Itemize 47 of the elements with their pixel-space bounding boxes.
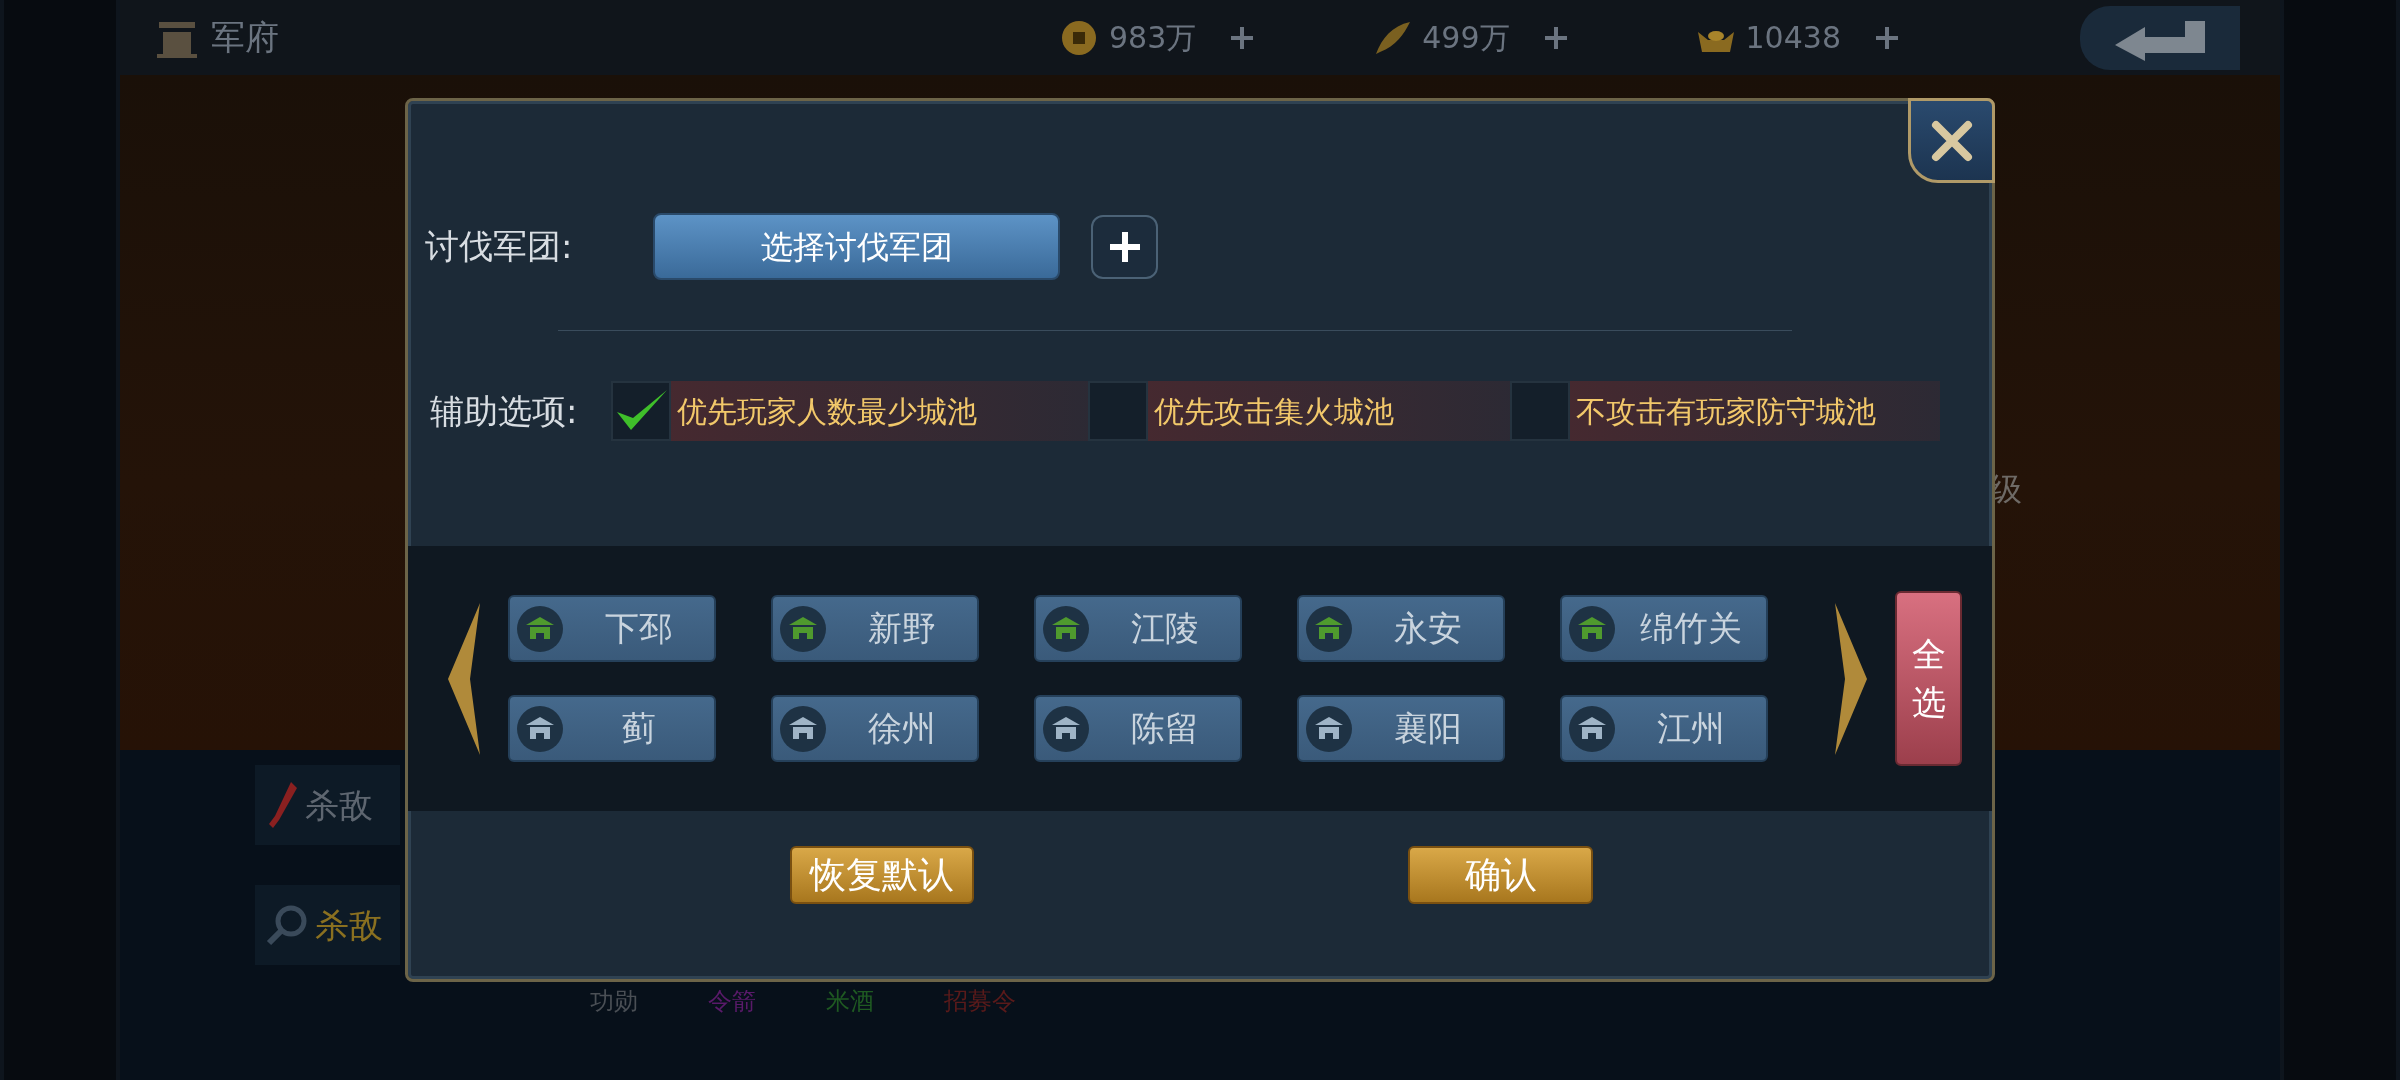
city-button[interactable]: 陈留 — [1034, 695, 1242, 762]
gate-icon — [1305, 604, 1353, 653]
field-label: 辅助选项: — [430, 389, 579, 433]
option-label: 优先玩家人数最少城池 — [677, 392, 977, 431]
city-button[interactable]: 永安 — [1297, 595, 1505, 662]
checkbox[interactable] — [1088, 381, 1148, 441]
checkbox[interactable] — [611, 381, 671, 441]
reset-button[interactable]: 恢复默认 — [790, 846, 974, 904]
gate-icon — [1042, 704, 1090, 753]
add-button[interactable] — [1091, 214, 1158, 279]
back-button[interactable] — [2080, 5, 2240, 70]
checkbox[interactable] — [1510, 381, 1570, 441]
city-button[interactable]: 绵竹关 — [1560, 595, 1768, 662]
resource-amount: 10438 — [1745, 19, 1841, 57]
item-label: 令箭 — [708, 986, 756, 1017]
gate-icon — [1568, 704, 1616, 753]
gate-icon — [1568, 604, 1616, 653]
gate-icon — [516, 604, 564, 653]
search-icon — [265, 903, 309, 947]
item-label: 米酒 — [826, 986, 874, 1017]
side-button[interactable]: 杀敌 — [255, 765, 400, 845]
option-label: 不攻击有玩家防守城池 — [1576, 392, 1876, 431]
screen-title: 军府 — [211, 16, 279, 59]
close-button[interactable] — [1908, 98, 1995, 183]
resource-amount: 499万 — [1422, 19, 1510, 57]
item-label: 招募令 — [944, 986, 1016, 1017]
gate-icon — [1305, 704, 1353, 753]
field-label: 讨伐军团: — [425, 225, 574, 268]
close-icon — [1929, 118, 1974, 163]
side-button[interactable]: 杀敌 — [255, 885, 400, 965]
gate-icon — [779, 704, 827, 753]
city-button[interactable]: 下邳 — [508, 595, 716, 662]
select-all-button[interactable]: 全选 — [1895, 591, 1962, 766]
city-button[interactable]: 蓟 — [508, 695, 716, 762]
resource-amount: 983万 — [1109, 19, 1197, 57]
item-label: 功勋 — [590, 986, 638, 1017]
gate-icon — [1042, 604, 1090, 653]
city-button[interactable]: 徐州 — [771, 695, 979, 762]
city-button[interactable]: 江州 — [1560, 695, 1768, 762]
select-legion-button[interactable]: 选择讨伐军团 — [653, 213, 1060, 280]
gate-icon — [779, 604, 827, 653]
gate-icon — [516, 704, 564, 753]
confirm-button[interactable]: 确认 — [1408, 846, 1593, 904]
option-label: 优先攻击集火城池 — [1154, 392, 1394, 431]
city-button[interactable]: 新野 — [771, 595, 979, 662]
city-button[interactable]: 江陵 — [1034, 595, 1242, 662]
city-button[interactable]: 襄阳 — [1297, 695, 1505, 762]
